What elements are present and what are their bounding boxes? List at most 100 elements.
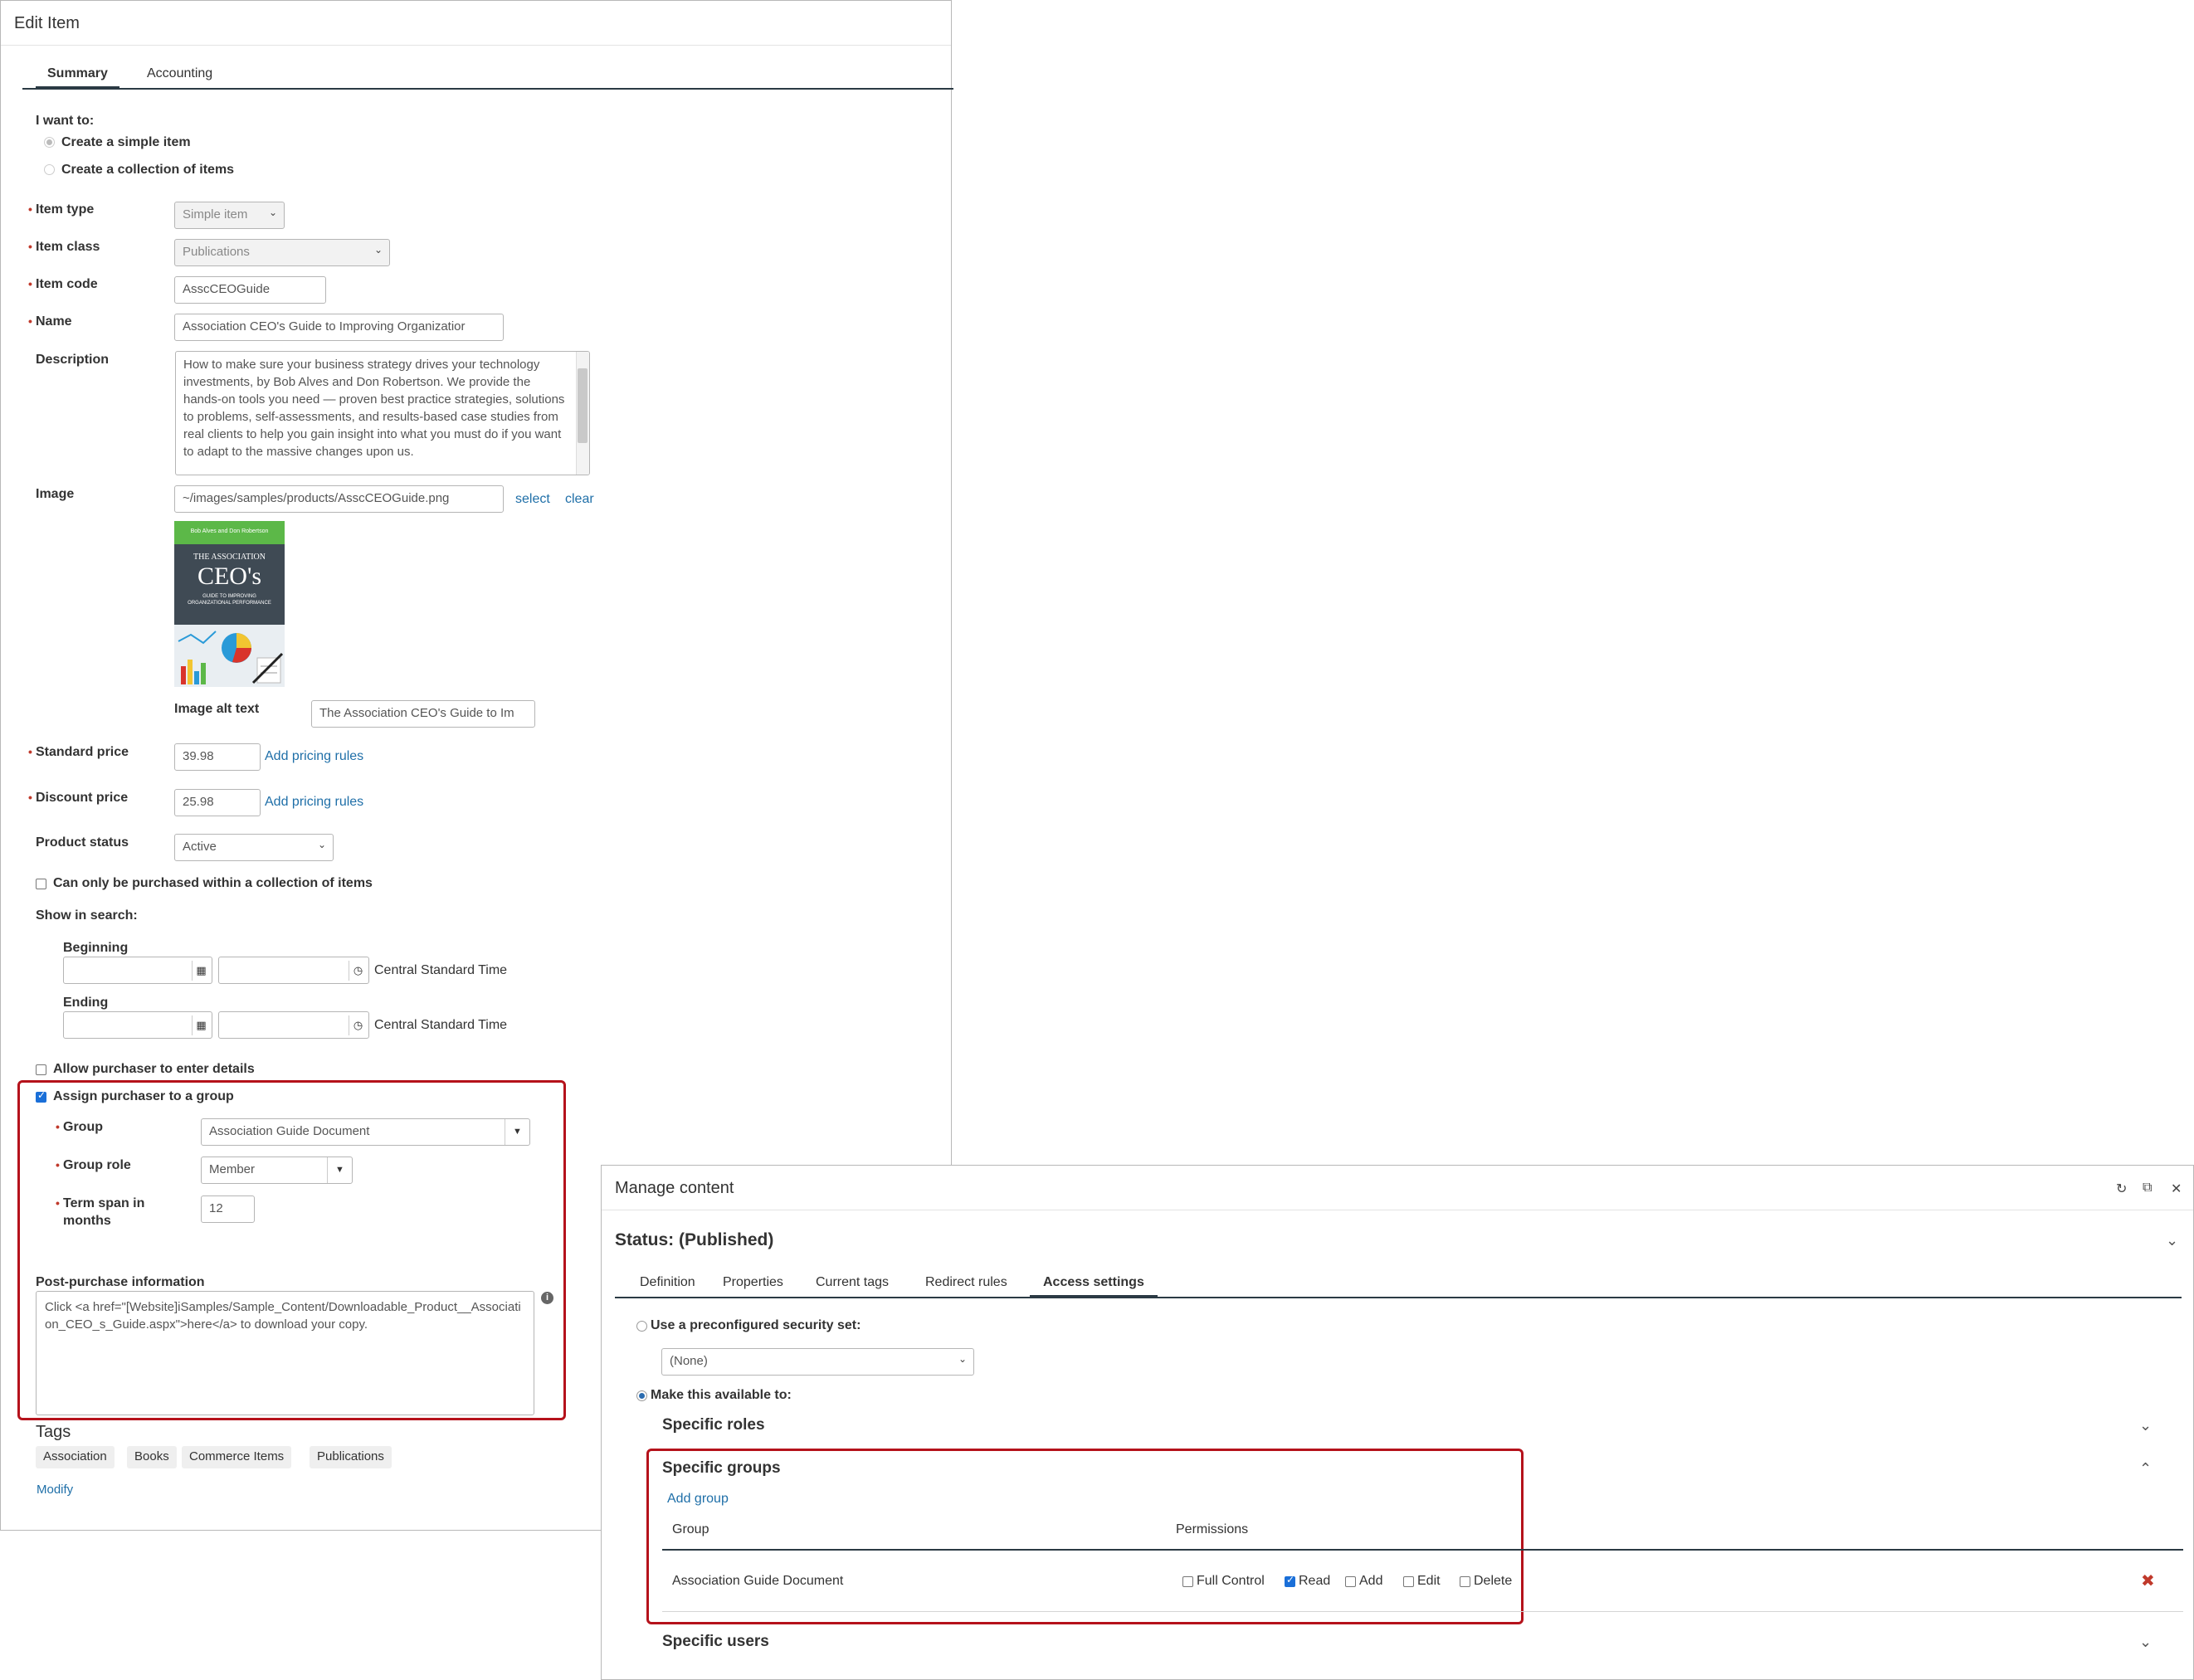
ending-time-input[interactable]: ◷ (218, 1011, 369, 1039)
simple-item-label: Create a simple item (61, 135, 191, 149)
item-class-label: Item class (28, 240, 100, 255)
add-label: Add (1359, 1574, 1383, 1588)
tab-properties[interactable]: Properties (709, 1273, 797, 1298)
ending-timezone: Central Standard Time (374, 1018, 508, 1032)
discount-pricing-rules-link[interactable]: Add pricing rules (265, 795, 363, 810)
info-icon[interactable]: i (541, 1292, 553, 1304)
beginning-timezone: Central Standard Time (374, 963, 508, 977)
post-purchase-textarea[interactable]: Click <a href="[Website]iSamples/Sample_… (36, 1291, 534, 1415)
image-path-input[interactable]: ~/images/samples/products/AsscCEOGuide.p… (174, 485, 504, 513)
calendar-icon[interactable]: ▦ (192, 1015, 210, 1035)
assign-group-checkbox[interactable] (36, 1089, 46, 1103)
description-textarea[interactable]: How to make sure your business strategy … (175, 351, 590, 475)
group-role-combobox[interactable]: Member ▼ (201, 1157, 353, 1184)
clock-icon[interactable]: ◷ (349, 1015, 367, 1035)
ending-label: Ending (63, 996, 109, 1010)
tag-association: Association (36, 1446, 115, 1468)
specific-groups-heading[interactable]: Specific groups (662, 1459, 781, 1478)
tag-publications: Publications (310, 1446, 392, 1468)
tab-summary[interactable]: Summary (36, 64, 119, 90)
tab-current-tags[interactable]: Current tags (802, 1273, 902, 1298)
chevron-down-icon[interactable]: ⌄ (2166, 1232, 2178, 1249)
beginning-time-input[interactable]: ◷ (218, 957, 369, 984)
remove-group-icon[interactable]: ✖ (2141, 1570, 2155, 1591)
beginning-date-input[interactable]: ▦ (63, 957, 212, 984)
tag-commerce-items: Commerce Items (182, 1446, 292, 1468)
edit-checkbox[interactable] (1403, 1576, 1414, 1587)
description-scrollbar[interactable] (576, 352, 589, 475)
term-span-input[interactable]: 12 (201, 1195, 255, 1223)
clock-icon[interactable]: ◷ (349, 961, 367, 981)
item-type-select[interactable]: Simple item ⌄ (174, 202, 285, 229)
full-control-label: Full Control (1197, 1574, 1265, 1588)
product-status-label: Product status (36, 835, 129, 850)
chevron-down-icon: ⌄ (317, 839, 326, 850)
image-label: Image (36, 487, 75, 501)
group-role-label: Group role (56, 1158, 131, 1173)
item-code-label: Item code (28, 277, 98, 292)
add-group-link[interactable]: Add group (667, 1492, 729, 1507)
chevron-down-icon[interactable]: ⌄ (2139, 1634, 2152, 1651)
edit-item-title-bar: Edit Item (1, 1, 951, 46)
name-input[interactable]: Association CEO's Guide to Improving Org… (174, 314, 504, 341)
specific-roles-heading[interactable]: Specific roles (662, 1416, 765, 1434)
cover-line4: ORGANIZATIONAL PERFORMANCE (188, 601, 271, 606)
allow-details-checkbox[interactable] (36, 1064, 46, 1075)
specific-users-heading[interactable]: Specific users (662, 1633, 769, 1651)
collection-label: Create a collection of items (61, 163, 235, 177)
discount-price-input[interactable]: 25.98 (174, 789, 261, 816)
ending-date-input[interactable]: ▦ (63, 1011, 212, 1039)
group-combobox[interactable]: Association Guide Document ▼ (201, 1118, 530, 1146)
dropdown-arrow-icon[interactable]: ▼ (327, 1157, 352, 1183)
calendar-icon[interactable]: ▦ (192, 961, 210, 981)
restore-window-icon[interactable]: ⧉ (2143, 1181, 2152, 1195)
modify-tags-link[interactable]: Modify (37, 1483, 73, 1497)
scrollbar-thumb[interactable] (578, 368, 588, 443)
discount-price-label: Discount price (28, 791, 128, 806)
collection-radio[interactable] (44, 164, 55, 175)
image-clear-link[interactable]: clear (565, 492, 594, 507)
make-available-radio[interactable] (636, 1390, 647, 1401)
chevron-down-icon[interactable]: ⌄ (2139, 1417, 2152, 1434)
chevron-up-icon[interactable]: ⌃ (2139, 1460, 2152, 1478)
standard-price-input[interactable]: 39.98 (174, 743, 261, 771)
full-control-checkbox[interactable] (1182, 1576, 1193, 1587)
item-class-select[interactable]: Publications ⌄ (174, 239, 390, 266)
group-label: Group (56, 1120, 103, 1135)
security-set-value: (None) (670, 1354, 708, 1368)
security-set-select[interactable]: (None) ⌄ (661, 1348, 974, 1376)
tab-redirect-rules[interactable]: Redirect rules (912, 1273, 1021, 1298)
dropdown-arrow-icon[interactable]: ▼ (505, 1119, 529, 1145)
cover-authors: Bob Alves and Don Robertson (190, 528, 269, 534)
tab-access-settings[interactable]: Access settings (1030, 1273, 1158, 1298)
cover-line2: CEO's (197, 562, 262, 590)
tab-definition[interactable]: Definition (627, 1273, 709, 1298)
group-role-value: Member (209, 1162, 256, 1176)
chevron-down-icon: ⌄ (268, 207, 277, 218)
close-icon[interactable]: ✕ (2171, 1181, 2182, 1197)
cover-line1: THE ASSOCIATION (193, 553, 266, 562)
book-cover-image: Bob Alves and Don Robertson THE ASSOCIAT… (174, 521, 285, 687)
want-to-label: I want to: (36, 114, 95, 128)
add-checkbox[interactable] (1345, 1576, 1356, 1587)
collection-only-label: Can only be purchased within a collectio… (53, 876, 373, 890)
delete-checkbox[interactable] (1460, 1576, 1470, 1587)
item-code-input[interactable]: AsscCEOGuide (174, 276, 326, 304)
image-alt-label: Image alt text (174, 702, 260, 716)
refresh-icon[interactable]: ↻ (2116, 1181, 2127, 1197)
image-select-link[interactable]: select (515, 492, 550, 507)
tab-accounting[interactable]: Accounting (135, 64, 224, 90)
term-span-label-2: months (63, 1214, 111, 1228)
tags-title: Tags (36, 1423, 71, 1441)
collection-only-checkbox[interactable] (36, 879, 46, 889)
image-alt-input[interactable]: The Association CEO's Guide to Im (311, 700, 535, 728)
read-checkbox[interactable] (1285, 1574, 1295, 1587)
product-status-select[interactable]: Active ⌄ (174, 834, 334, 861)
simple-item-radio[interactable] (44, 137, 55, 148)
preconfigured-radio[interactable] (636, 1321, 647, 1332)
status-heading: Status: (Published) (615, 1230, 774, 1249)
standard-pricing-rules-link[interactable]: Add pricing rules (265, 749, 363, 764)
cover-chart-art (174, 625, 285, 687)
manage-content-title: Manage content (615, 1179, 734, 1197)
show-in-search-label: Show in search: (36, 908, 138, 923)
